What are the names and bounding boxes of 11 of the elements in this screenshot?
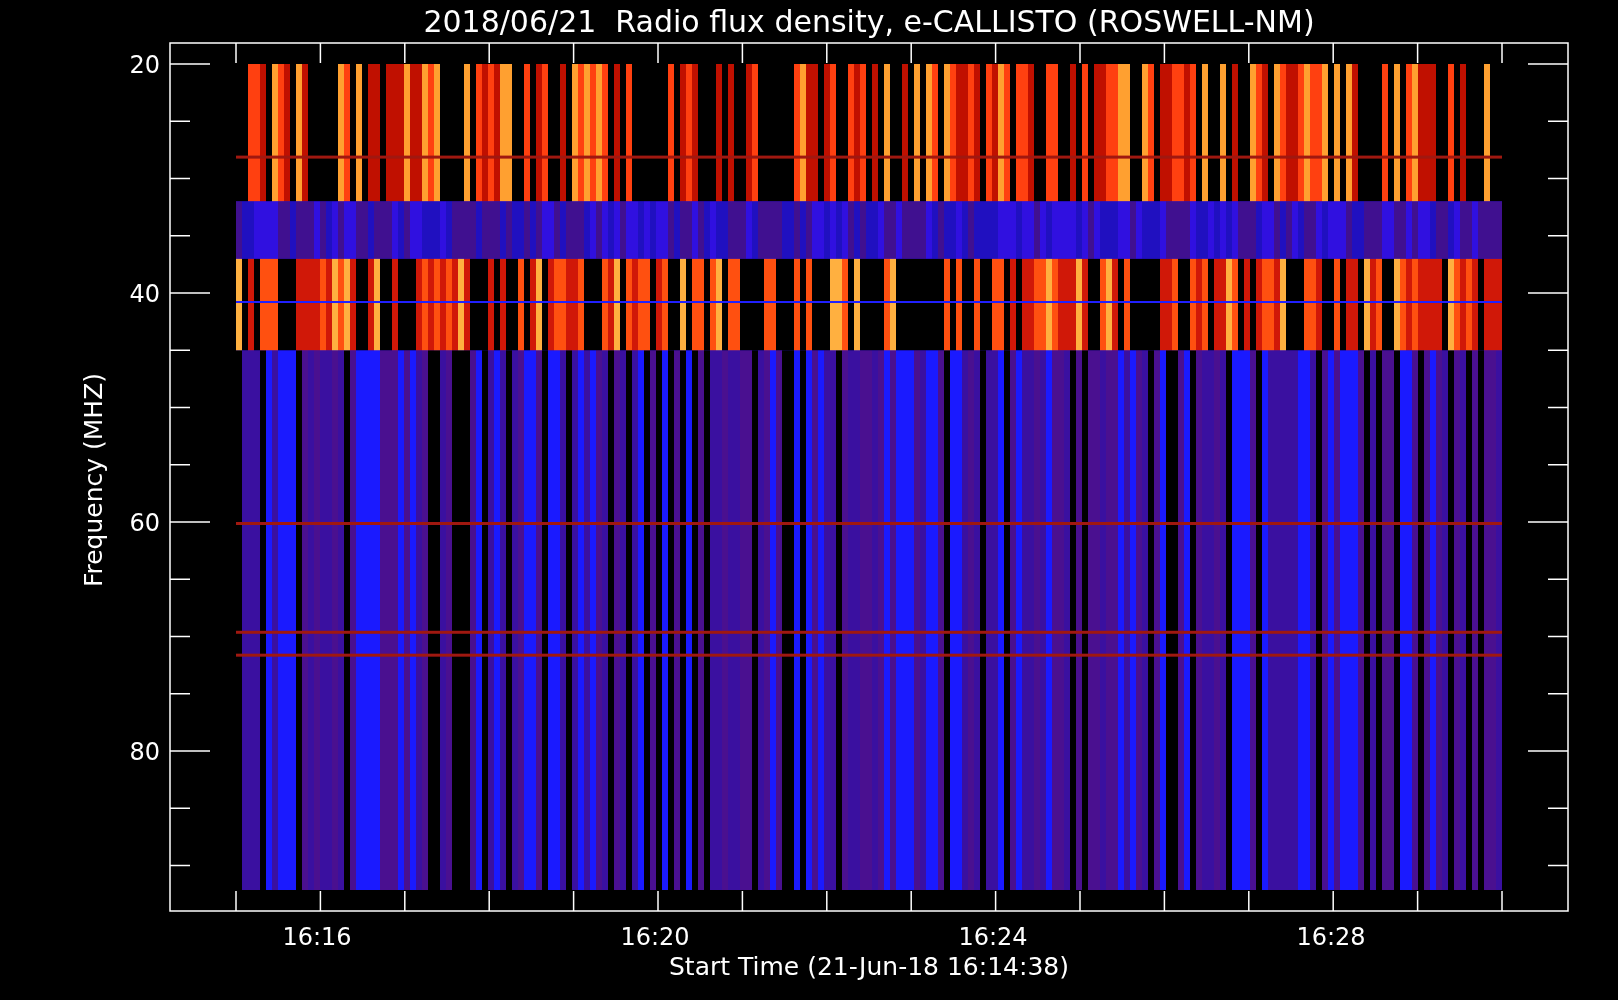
x-tick-label: 16:24 <box>958 923 1028 951</box>
x-tick-label: 16:28 <box>1296 923 1366 951</box>
y-tick-label: 20 <box>129 51 160 79</box>
y-tick-label: 80 <box>129 738 160 766</box>
y-tick-label: 40 <box>129 280 160 308</box>
y-tick-label: 60 <box>129 509 160 537</box>
x-tick-label: 16:20 <box>620 923 690 951</box>
chart-title: 2018/06/21 Radio flux density, e-CALLISTO (ROSWELL-NM) <box>423 4 1315 39</box>
x-tick-label: 16:16 <box>282 923 352 951</box>
x-axis-label: Start Time (21-Jun-18 16:14:38) <box>669 952 1069 981</box>
y-axis-label: Frequency (MHZ) <box>79 372 108 588</box>
